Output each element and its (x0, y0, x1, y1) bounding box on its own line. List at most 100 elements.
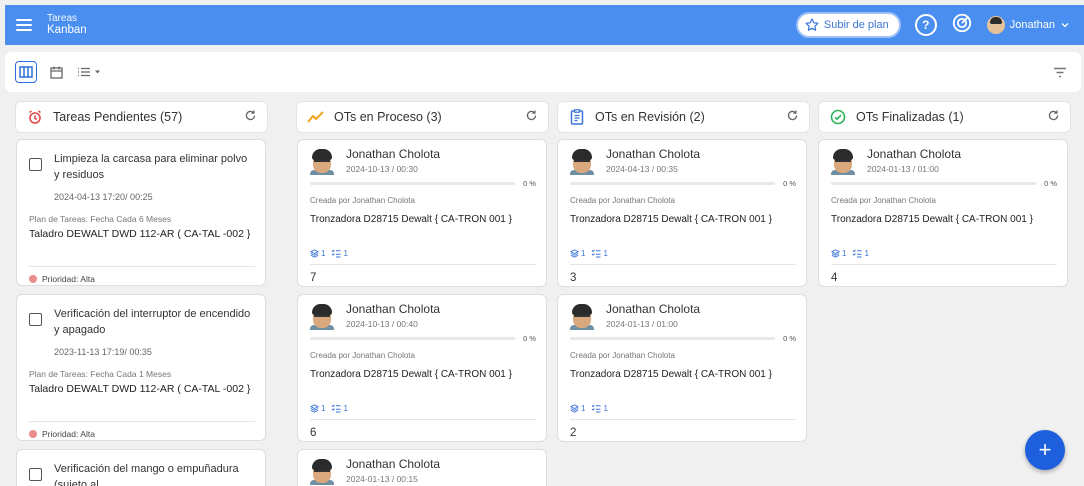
progress-percent: 0 % (783, 179, 796, 188)
work-order-number: 7 (310, 272, 317, 284)
module-title: Tareas (47, 13, 78, 25)
task-card[interactable]: Limpieza la carcasa para eliminar polvo … (16, 139, 266, 286)
layers-icon (310, 249, 319, 258)
work-order-asset: Tronzadora D28715 Dewalt { CA-TRON 001 } (570, 369, 772, 380)
avatar (310, 457, 334, 485)
priority-label: Prioridad: Alta (42, 274, 95, 284)
refresh-icon[interactable] (244, 109, 257, 125)
column-finished: OTs Finalizadas (1) (818, 101, 1071, 133)
checklist-icon (592, 249, 601, 258)
help-icon[interactable]: ? (914, 14, 937, 36)
progress-percent: 0 % (783, 334, 796, 343)
clipboard-icon (568, 108, 586, 126)
work-order-date: 2024-01-13 / 01:00 (867, 164, 939, 174)
column-header: OTs en Proceso (3) (296, 101, 549, 133)
checklist-count: 1 (864, 249, 869, 258)
work-order-date: 2024-10-13 / 00:30 (346, 164, 418, 174)
progress: 0 % (570, 334, 796, 343)
task-checkbox[interactable] (29, 313, 42, 326)
user-name: Jonathan (1009, 19, 1055, 31)
check-circle-icon (829, 108, 847, 126)
assignee-name: Jonathan Cholota (346, 457, 441, 471)
work-order-asset: Tronzadora D28715 Dewalt { CA-TRON 001 } (310, 369, 512, 380)
work-order-card[interactable]: Jonathan Cholota 2024-01-13 / 01:00 0 % … (557, 294, 807, 442)
column-header: OTs Finalizadas (1) (818, 101, 1071, 133)
task-asset: Taladro DEWALT DWD 112-AR ( CA-TAL -002 … (29, 228, 251, 240)
progress-bar (310, 182, 516, 185)
assignee-name: Jonathan Cholota (867, 147, 962, 161)
user-menu[interactable]: Jonathan (986, 16, 1070, 34)
work-order-asset: Tronzadora D28715 Dewalt { CA-TRON 001 } (570, 214, 772, 225)
column-header: OTs en Revisión (2) (557, 101, 810, 133)
column-title: Tareas Pendientes (57) (53, 110, 183, 124)
checklist-icon (332, 404, 341, 413)
progress-bar (570, 337, 776, 340)
assignee-name: Jonathan Cholota (346, 302, 441, 316)
work-order-card[interactable]: Jonathan Cholota 2024-10-13 / 00:30 0 % … (297, 139, 547, 287)
divider (570, 264, 796, 265)
progress-bar (310, 337, 516, 340)
task-card[interactable]: Verificación del mango o empuñadura (suj… (16, 449, 266, 486)
refresh-icon[interactable] (525, 109, 538, 125)
divider (831, 264, 1057, 265)
work-order-card[interactable]: Jonathan Cholota 2024-01-13 / 00:15 (297, 449, 547, 486)
assignee-name: Jonathan Cholota (346, 147, 441, 161)
top-bar: Tareas Kanban Subir de plan ? Jonathan (5, 5, 1084, 45)
column-in-review: OTs en Revisión (2) (557, 101, 810, 133)
column-title: OTs Finalizadas (1) (856, 110, 964, 124)
calendar-icon (49, 66, 63, 79)
work-order-card[interactable]: Jonathan Cholota 2024-04-13 / 00:35 0 % … (557, 139, 807, 287)
task-checkbox[interactable] (29, 158, 42, 171)
layers-count: 1 (581, 249, 586, 258)
work-order-date: 2024-01-13 / 00:15 (346, 474, 418, 484)
refresh-icon[interactable] (786, 109, 799, 125)
layers-icon (310, 404, 319, 413)
work-order-card[interactable]: Jonathan Cholota 2024-01-13 / 01:00 0 % … (818, 139, 1068, 287)
task-asset: Taladro DEWALT DWD 112-AR ( CA-TAL -002 … (29, 383, 251, 395)
work-order-number: 4 (831, 272, 838, 284)
created-by: Creada por Jonathan Cholota (310, 196, 415, 205)
task-card[interactable]: Verificación del interruptor de encendid… (16, 294, 266, 441)
add-button[interactable]: + (1025, 430, 1065, 470)
task-plan: Plan de Tareas: Fecha Cada 1 Meses (29, 369, 172, 379)
assignee-name: Jonathan Cholota (606, 147, 701, 161)
priority-badge: Prioridad: Alta (29, 274, 255, 284)
hamburger-icon[interactable] (16, 19, 32, 31)
progress-percent: 0 % (1044, 179, 1057, 188)
created-by: Creada por Jonathan Cholota (831, 196, 936, 205)
avatar (310, 147, 334, 175)
work-order-date: 2024-10-13 / 00:40 (346, 319, 418, 329)
upgrade-plan-button[interactable]: Subir de plan (795, 12, 901, 38)
avatar (310, 302, 334, 330)
kanban-view-button[interactable] (15, 61, 37, 83)
alarm-icon (26, 108, 44, 126)
work-order-counters: 1 1 (831, 249, 1057, 258)
work-order-number: 2 (570, 427, 577, 439)
progress: 0 % (831, 179, 1057, 188)
work-order-number: 3 (570, 272, 577, 284)
priority-dot-icon (29, 430, 37, 438)
column-header: Tareas Pendientes (57) (15, 101, 268, 133)
task-title: Limpieza la carcasa para eliminar polvo … (54, 153, 248, 181)
column-title: OTs en Revisión (2) (595, 110, 705, 124)
layers-icon (570, 404, 579, 413)
task-date: 2023-11-13 17:19/ 00:35 (54, 347, 152, 357)
assignee-name: Jonathan Cholota (606, 302, 701, 316)
work-order-date: 2024-01-13 / 01:00 (606, 319, 678, 329)
task-checkbox[interactable] (29, 468, 42, 481)
target-icon[interactable] (951, 12, 973, 39)
refresh-icon[interactable] (1047, 109, 1060, 125)
divider (310, 419, 536, 420)
calendar-view-button[interactable] (45, 61, 67, 83)
created-by: Creada por Jonathan Cholota (570, 196, 675, 205)
list-view-button[interactable] (73, 61, 107, 83)
chevron-down-icon (1061, 23, 1069, 28)
star-icon (805, 18, 819, 31)
divider (29, 266, 255, 267)
work-order-card[interactable]: Jonathan Cholota 2024-10-13 / 00:40 0 % … (297, 294, 547, 442)
avatar (831, 147, 855, 175)
trending-icon (307, 108, 325, 126)
progress-bar (831, 182, 1037, 185)
layers-count: 1 (321, 249, 326, 258)
filter-icon[interactable] (1049, 61, 1071, 83)
